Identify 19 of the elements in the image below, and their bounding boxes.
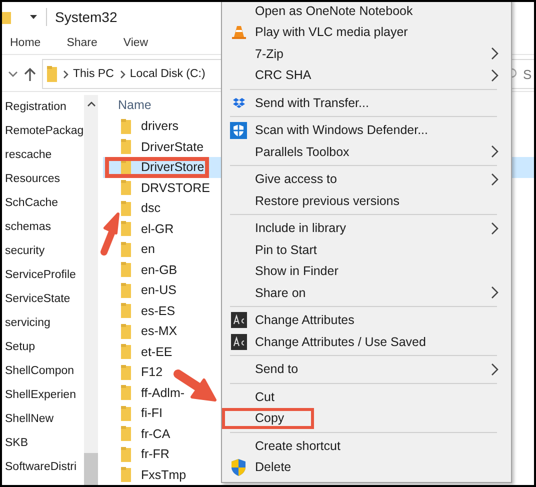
file-name: drivers bbox=[141, 119, 179, 134]
file-name: en-US bbox=[141, 283, 176, 298]
file-name: ff-Adlm- bbox=[141, 386, 185, 400]
file-name: es-MX bbox=[141, 324, 178, 338]
file-name: et-EE bbox=[141, 344, 172, 359]
file-name: DriverState bbox=[141, 140, 204, 154]
file-name: dsc bbox=[141, 201, 160, 216]
file-name: DriverStore bbox=[141, 160, 204, 174]
window-title: System32 bbox=[55, 9, 118, 25]
file-name: fi-FI bbox=[141, 406, 163, 420]
file-name: DRVSTORE bbox=[141, 180, 210, 195]
file-name: el-GR bbox=[141, 222, 174, 236]
file-name: fr-CA bbox=[141, 426, 170, 441]
file-name: FxsTmp bbox=[141, 468, 186, 482]
file-name: es-ES bbox=[141, 304, 176, 318]
file-name: en bbox=[141, 242, 155, 256]
file-name: fr-FR bbox=[141, 447, 170, 462]
file-name: en-GB bbox=[141, 262, 178, 277]
file-name: F12 bbox=[141, 365, 163, 380]
